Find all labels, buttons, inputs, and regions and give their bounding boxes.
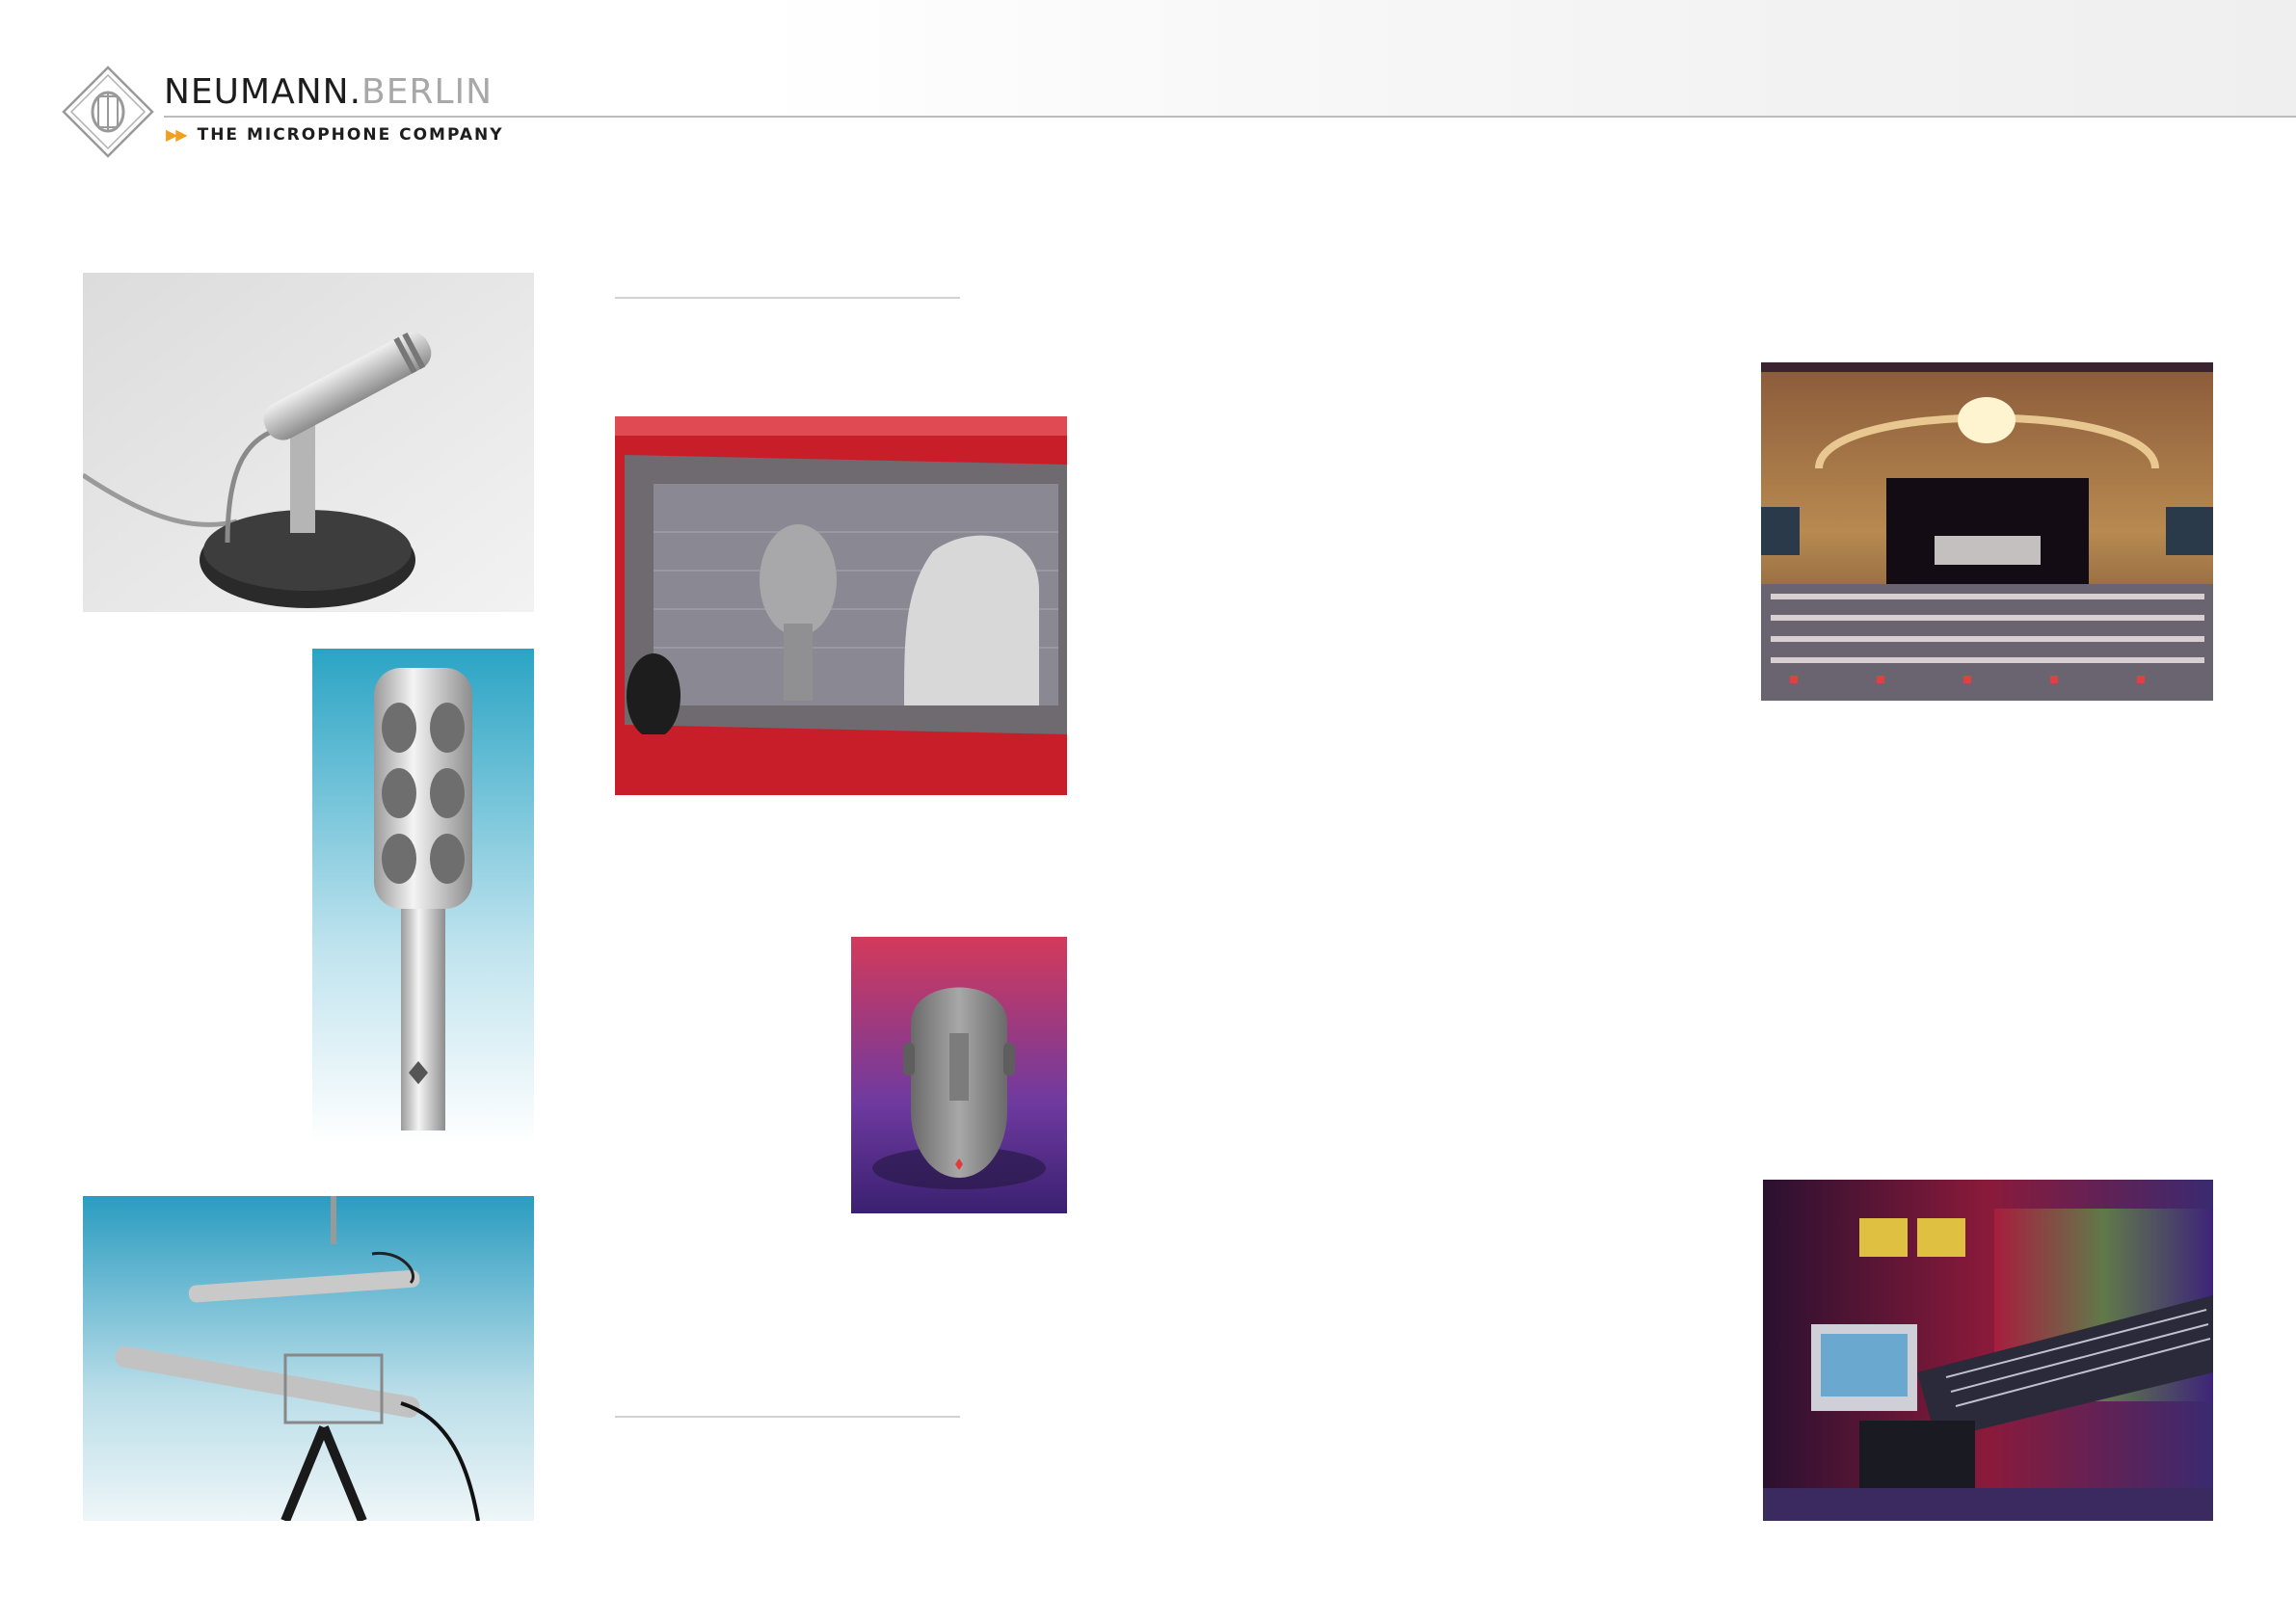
photo-stereo-microphone <box>312 649 534 1144</box>
top-divider <box>615 297 960 299</box>
photo-dummy-head-front <box>851 937 1067 1213</box>
brand-name: NEUMANN. <box>164 72 362 112</box>
photo-opera-house-console <box>1761 362 2213 701</box>
photo-shotgun-microphones <box>83 1196 534 1521</box>
brand-tagline: ▶▶ THE MICROPHONE COMPANY <box>166 123 504 146</box>
brand-city: BERLIN <box>361 72 494 112</box>
brand-wordmark: NEUMANN.BERLIN <box>164 71 493 114</box>
photo-table-microphone <box>83 273 534 612</box>
neumann-logo-icon <box>62 66 154 158</box>
tagline-arrows-icon: ▶▶ <box>166 125 188 144</box>
header-divider <box>164 116 2296 118</box>
tagline-text: THE MICROPHONE COMPANY <box>197 125 504 145</box>
photo-studio-control-room <box>1763 1180 2213 1521</box>
photo-dummy-head-car <box>615 416 1067 795</box>
bottom-divider <box>615 1416 960 1418</box>
